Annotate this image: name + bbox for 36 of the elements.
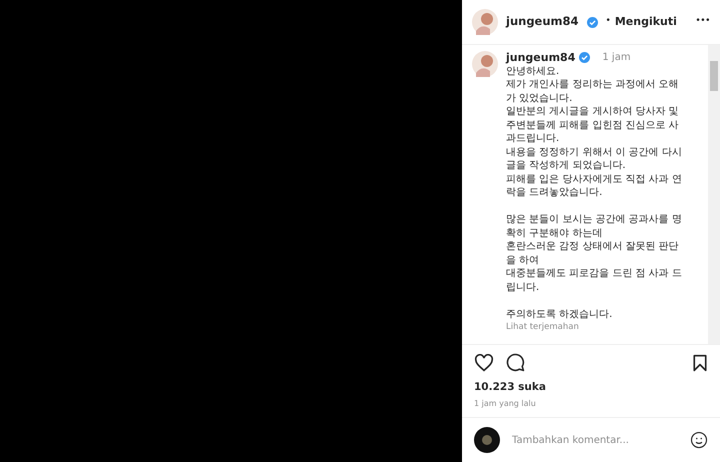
- username[interactable]: jungeum84: [506, 13, 579, 31]
- caption-line: 내용을 정정하기 위해서 이 공간에 다시: [506, 146, 682, 159]
- username[interactable]: jungeum84: [506, 51, 576, 64]
- emoji-icon[interactable]: [690, 431, 708, 449]
- caption-line: 혼란스러운 감정 상태에서 잘못된 판단: [506, 240, 680, 254]
- verified-icon: [586, 16, 598, 28]
- caption-line: 대중분들께도 피로감을 드린 점 사과 드: [506, 267, 682, 280]
- verified-icon: [579, 52, 590, 64]
- bookmark-icon[interactable]: [692, 354, 708, 372]
- caption-line: 피해를 입은 당사자에게도 직접 사과 연: [506, 172, 682, 186]
- caption-line: 글을 작성하게 되었습니다.: [506, 159, 627, 172]
- caption-line: 을 하여: [506, 254, 540, 267]
- post-time: 1 jam yang lalu: [473, 398, 537, 410]
- caption-line: 립니다.: [506, 280, 540, 294]
- caption-line: 락을 드려놓았습니다.: [506, 186, 604, 200]
- heart-icon[interactable]: [474, 354, 494, 372]
- avatar[interactable]: [472, 51, 498, 77]
- avatar: [474, 427, 500, 453]
- avatar[interactable]: [472, 9, 498, 35]
- more-options[interactable]: •••: [695, 15, 710, 29]
- caption-line: 주변분들께 피해를 입힌점 진심으로 사: [506, 118, 680, 132]
- follow-status[interactable]: Mengikuti: [614, 14, 677, 30]
- caption-line: 제가 개인사를 정리하는 과정에서 오해: [506, 78, 680, 92]
- caption-line: 일반분의 게시글을 게시하여 당사자 및: [506, 105, 680, 118]
- comment-field[interactable]: Tambahkan komentar...: [512, 432, 678, 448]
- caption-line: 가 있었습니다.: [506, 92, 574, 105]
- timestamp: 1 jam: [602, 51, 631, 64]
- comment-icon[interactable]: [506, 353, 525, 372]
- caption-line: 안녕하세요.: [506, 64, 560, 78]
- caption-line: 많은 분들이 보시는 공간에 공과사를 명: [506, 213, 682, 226]
- caption-line: 확히 구분해야 하는데: [506, 226, 604, 240]
- separator: •: [606, 15, 611, 28]
- scrollbar[interactable]: [708, 45, 720, 344]
- caption-line: 과드립니다.: [506, 132, 560, 146]
- like-count[interactable]: 10.223 suka: [462, 380, 720, 396]
- caption-line: 주의하도록 하겠습니다.: [506, 308, 614, 321]
